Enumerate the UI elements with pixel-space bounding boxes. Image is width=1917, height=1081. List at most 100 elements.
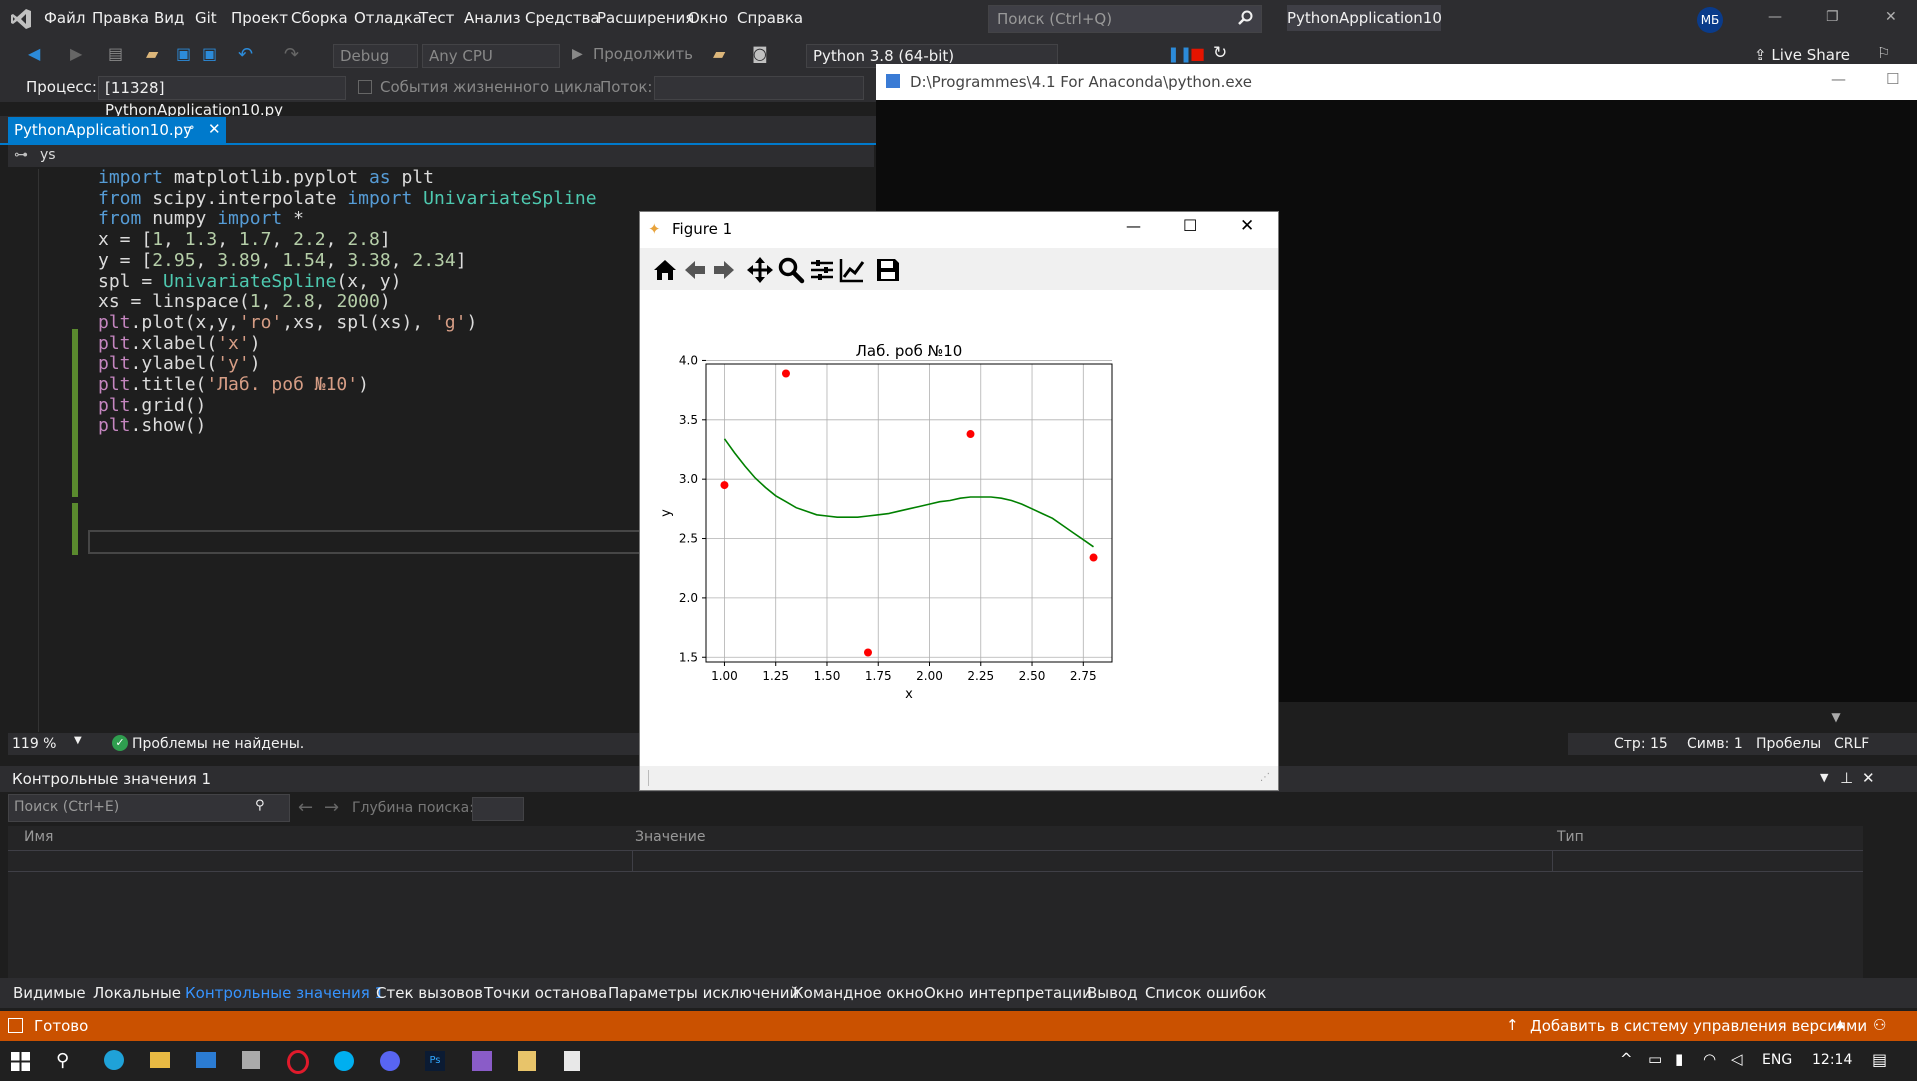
save-icon[interactable]: ▣ bbox=[176, 44, 191, 63]
column-type[interactable]: Тип bbox=[1557, 829, 1584, 845]
plot-canvas[interactable]: 1.00 1.25 1.50 1.75 2.00 2.25 2.50 2.75 1.5 2.0 2.… bbox=[640, 292, 1278, 764]
watch-grid[interactable]: Имя Значение Тип bbox=[8, 826, 1863, 980]
figure-window[interactable]: ✦ Figure 1 — ☐ ✕ 1.00 1.25 1.50 1.75 2.00 2.2… bbox=[639, 211, 1279, 791]
eol-indicator[interactable]: CRLF bbox=[1834, 736, 1869, 752]
minimize-icon[interactable]: — bbox=[1768, 9, 1782, 25]
visual-studio-taskbar-icon[interactable] bbox=[472, 1051, 492, 1071]
pan-icon[interactable] bbox=[746, 256, 774, 284]
discord-icon[interactable] bbox=[380, 1051, 400, 1071]
menu-view[interactable]: Вид bbox=[154, 9, 184, 27]
feedback-icon[interactable]: ⚐ bbox=[1877, 44, 1890, 62]
tab-output[interactable]: Вывод bbox=[1087, 984, 1138, 1002]
edit-axes-icon[interactable] bbox=[838, 256, 866, 284]
notifications-icon[interactable]: ⚇ bbox=[1873, 1016, 1886, 1034]
thread-select[interactable] bbox=[654, 76, 864, 100]
zoom-icon[interactable] bbox=[777, 256, 805, 284]
redo-icon[interactable]: ↷ bbox=[284, 44, 299, 65]
menu-analyze[interactable]: Анализ bbox=[464, 9, 521, 27]
menu-help[interactable]: Справка bbox=[737, 9, 803, 27]
volume-icon[interactable]: ◁ bbox=[1731, 1050, 1743, 1068]
panel-close-icon[interactable]: ✕ bbox=[1862, 769, 1875, 787]
search-input[interactable]: Поиск (Ctrl+Q) bbox=[988, 5, 1262, 33]
taskbar-search-icon[interactable]: ⚲ bbox=[56, 1050, 69, 1071]
search-back-icon[interactable]: ← bbox=[298, 797, 313, 818]
tab-immediate-window[interactable]: Окно интерпретации bbox=[924, 984, 1092, 1002]
indent-indicator[interactable]: Пробелы bbox=[1756, 736, 1821, 752]
home-icon[interactable] bbox=[651, 256, 679, 284]
lifecycle-events-button[interactable]: События жизненного цикла bbox=[380, 78, 602, 96]
mail-icon[interactable] bbox=[196, 1052, 216, 1068]
edge-icon[interactable] bbox=[104, 1050, 124, 1070]
vcs-dropdown-icon[interactable]: ▲ bbox=[1836, 1017, 1844, 1030]
menu-build[interactable]: Сборка bbox=[291, 9, 348, 27]
panel-dropdown-icon[interactable]: ▼ bbox=[1820, 771, 1828, 784]
add-to-source-control-button[interactable]: Добавить в систему управления версиями bbox=[1530, 1017, 1867, 1035]
tray-overflow-icon[interactable]: ^ bbox=[1620, 1050, 1633, 1068]
menu-file[interactable]: Файл bbox=[44, 9, 85, 27]
tab-error-list[interactable]: Список ошибок bbox=[1145, 984, 1266, 1002]
back-icon[interactable]: ◀ bbox=[28, 44, 40, 63]
console-minimize-icon[interactable]: — bbox=[1831, 70, 1846, 88]
tab-locals[interactable]: Локальные bbox=[93, 984, 181, 1002]
screenshot-icon[interactable]: ◙ bbox=[752, 44, 768, 63]
pin-icon[interactable]: ⊸ bbox=[184, 120, 194, 134]
code-line[interactable]: plt.show() bbox=[98, 413, 206, 438]
action-center-icon[interactable]: ▤ bbox=[1872, 1050, 1887, 1069]
platform-select[interactable]: Any CPU bbox=[422, 44, 560, 68]
process-select[interactable]: [11328] PythonApplication10.py bbox=[98, 76, 346, 119]
undo-icon[interactable]: ↶ bbox=[238, 44, 253, 65]
back-arrow-icon[interactable] bbox=[681, 256, 709, 284]
pause-icon[interactable]: ❚❚ bbox=[1167, 45, 1192, 63]
battery-icon[interactable]: ▮ bbox=[1675, 1050, 1683, 1068]
issues-status[interactable]: Проблемы не найдены. bbox=[132, 736, 304, 752]
avatar[interactable]: МБ bbox=[1697, 7, 1723, 33]
language-indicator[interactable]: ENG bbox=[1762, 1052, 1792, 1068]
scroll-down-icon[interactable]: ▼ bbox=[1790, 702, 1882, 732]
figure-close-icon[interactable]: ✕ bbox=[1240, 216, 1254, 236]
menu-git[interactable]: Git bbox=[195, 9, 217, 27]
console-maximize-icon[interactable]: ☐ bbox=[1886, 70, 1899, 88]
windows-start-icon[interactable] bbox=[11, 1052, 30, 1071]
lifecycle-checkbox-icon[interactable] bbox=[358, 80, 372, 94]
figure-maximize-icon[interactable]: ☐ bbox=[1183, 216, 1197, 235]
watch-search-input[interactable]: Поиск (Ctrl+E) ⚲ bbox=[8, 794, 290, 822]
opera-icon[interactable] bbox=[287, 1050, 309, 1074]
console-taskbar-icon[interactable] bbox=[564, 1051, 580, 1071]
wifi-icon[interactable]: ◠ bbox=[1703, 1050, 1716, 1068]
menu-window[interactable]: Окно bbox=[688, 9, 728, 27]
tab-command-window[interactable]: Командное окно bbox=[793, 984, 924, 1002]
menu-extensions[interactable]: Расширения bbox=[597, 9, 694, 27]
tab-exception-settings[interactable]: Параметры исключений bbox=[608, 984, 799, 1002]
column-value[interactable]: Значение bbox=[635, 829, 705, 845]
clock[interactable]: 12:14 bbox=[1812, 1052, 1852, 1068]
save-all-icon[interactable]: ▣ bbox=[202, 44, 217, 63]
store-icon[interactable] bbox=[242, 1051, 260, 1069]
live-share-button[interactable]: ⇪ Live Share bbox=[1754, 46, 1850, 64]
continue-icon[interactable]: ▶ bbox=[572, 46, 583, 62]
tab-autos[interactable]: Видимые bbox=[13, 984, 86, 1002]
zoom-dropdown-icon[interactable]: ▼ bbox=[74, 735, 82, 746]
save-figure-icon[interactable] bbox=[874, 256, 902, 284]
watch-search-icon[interactable]: ⚲ bbox=[255, 798, 265, 813]
open-folder-icon[interactable]: ▰ bbox=[146, 44, 158, 63]
tab-call-stack[interactable]: Стек вызовов bbox=[376, 984, 483, 1002]
zoom-select[interactable]: 119 % bbox=[12, 736, 56, 752]
skype-icon[interactable] bbox=[334, 1051, 354, 1071]
file-explorer-icon[interactable] bbox=[150, 1052, 170, 1068]
tab-close-icon[interactable]: ✕ bbox=[208, 120, 221, 138]
meet-now-icon[interactable]: ▭ bbox=[1648, 1050, 1662, 1068]
resize-grip-icon[interactable]: ⋰ bbox=[1260, 772, 1270, 783]
menu-project[interactable]: Проект bbox=[231, 9, 288, 27]
tab-watch1[interactable]: Контрольные значения 1 bbox=[185, 984, 384, 1002]
menu-test[interactable]: Тест bbox=[419, 9, 454, 27]
close-icon[interactable]: ✕ bbox=[1885, 9, 1897, 25]
browse-folder-icon[interactable]: ▰ bbox=[713, 44, 725, 63]
column-name[interactable]: Имя bbox=[24, 829, 53, 845]
python-taskbar-icon[interactable] bbox=[518, 1051, 536, 1071]
stop-icon[interactable]: ■ bbox=[1190, 44, 1205, 63]
menu-debug[interactable]: Отладка bbox=[354, 9, 422, 27]
search-forward-icon[interactable]: → bbox=[324, 797, 339, 818]
tab-breakpoints[interactable]: Точки останова bbox=[484, 984, 607, 1002]
tab-python-application10[interactable]: PythonApplication10.py ⊸ ✕ bbox=[8, 117, 226, 143]
figure-minimize-icon[interactable]: — bbox=[1126, 217, 1141, 235]
